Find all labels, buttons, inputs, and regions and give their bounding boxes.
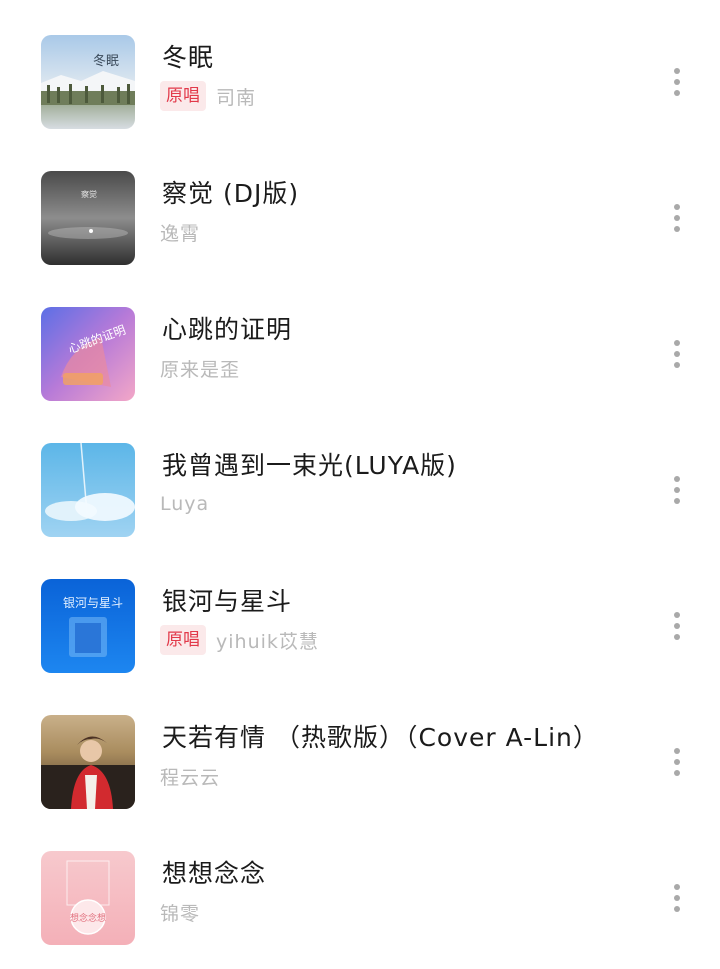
album-cover-art <box>41 715 135 809</box>
dot-icon <box>674 612 680 618</box>
song-meta: 原唱 司南 <box>160 80 256 112</box>
song-meta: 原唱 yihuik苡慧 <box>160 624 319 656</box>
artist-name: 司南 <box>216 86 257 109</box>
song-meta: Luya <box>160 488 209 520</box>
more-options-button[interactable] <box>664 470 690 510</box>
dot-icon <box>674 487 680 493</box>
album-cover[interactable] <box>41 715 135 809</box>
album-cover[interactable]: 冬眠 <box>41 35 135 129</box>
album-cover-art: 心跳的证明 <box>41 307 135 401</box>
more-options-button[interactable] <box>664 878 690 918</box>
dot-icon <box>674 351 680 357</box>
artist-name: 锦零 <box>160 902 201 925</box>
dot-icon <box>674 362 680 368</box>
dot-icon <box>674 68 680 74</box>
song-row[interactable]: 想念念想 想想念念 锦零 <box>0 816 720 952</box>
song-row[interactable]: 冬眠 冬眠 原唱 司南 <box>0 0 720 136</box>
album-cover-art: 察觉 <box>41 171 135 265</box>
song-row[interactable]: 天若有情 （热歌版）（Cover A-Lin） 程云云 <box>0 680 720 816</box>
artist-name: Luya <box>160 493 210 515</box>
artist-name: 程云云 <box>160 766 221 789</box>
album-cover[interactable]: 察觉 <box>41 171 135 265</box>
song-row[interactable]: 银河与星斗 银河与星斗 原唱 yihuik苡慧 <box>0 544 720 680</box>
dot-icon <box>674 623 680 629</box>
song-row[interactable]: 察觉 察觉 (DJ版) 逸霄 <box>0 136 720 272</box>
cover-title-text: 银河与星斗 <box>63 596 123 610</box>
dot-icon <box>674 770 680 776</box>
album-cover[interactable]: 银河与星斗 <box>41 579 135 673</box>
cover-title-text: 想念念想 <box>70 912 106 924</box>
more-options-button[interactable] <box>664 62 690 102</box>
dot-icon <box>674 634 680 640</box>
song-title: 银河与星斗 <box>162 587 293 616</box>
cover-title-text: 察觉 <box>81 189 97 199</box>
album-cover-art: 银河与星斗 <box>41 579 135 673</box>
more-options-button[interactable] <box>664 198 690 238</box>
album-cover[interactable] <box>41 443 135 537</box>
song-meta: 锦零 <box>160 896 200 928</box>
song-row[interactable]: 心跳的证明 心跳的证明 原来是歪 <box>0 272 720 408</box>
album-cover[interactable]: 心跳的证明 <box>41 307 135 401</box>
cover-title-text: 冬眠 <box>93 53 119 69</box>
dot-icon <box>674 204 680 210</box>
dot-icon <box>674 895 680 901</box>
dot-icon <box>674 215 680 221</box>
song-meta: 程云云 <box>160 760 220 792</box>
song-title: 想想念念 <box>162 859 267 888</box>
song-meta: 原来是歪 <box>160 352 240 384</box>
album-cover[interactable]: 想念念想 <box>41 851 135 945</box>
album-cover-art: 冬眠 <box>41 35 135 129</box>
more-options-button[interactable] <box>664 334 690 374</box>
dot-icon <box>674 884 680 890</box>
dot-icon <box>674 90 680 96</box>
song-meta: 逸霄 <box>160 216 200 248</box>
dot-icon <box>674 906 680 912</box>
dot-icon <box>674 226 680 232</box>
song-title: 我曾遇到一束光(LUYA版) <box>162 451 457 480</box>
dot-icon <box>674 340 680 346</box>
song-title: 天若有情 （热歌版）（Cover A-Lin） <box>162 723 599 752</box>
dot-icon <box>674 498 680 504</box>
more-options-button[interactable] <box>664 606 690 646</box>
artist-name: 逸霄 <box>160 222 201 245</box>
song-title: 冬眠 <box>162 43 215 72</box>
song-title: 察觉 (DJ版) <box>162 179 300 208</box>
more-options-button[interactable] <box>664 742 690 782</box>
album-cover-art <box>41 443 135 537</box>
song-row[interactable]: 我曾遇到一束光(LUYA版) Luya <box>0 408 720 544</box>
artist-name: 原来是歪 <box>160 358 241 381</box>
dot-icon <box>674 79 680 85</box>
original-tag: 原唱 <box>160 625 206 655</box>
artist-name: yihuik苡慧 <box>216 630 319 653</box>
dot-icon <box>674 759 680 765</box>
dot-icon <box>674 748 680 754</box>
album-cover-art: 想念念想 <box>41 851 135 945</box>
song-title: 心跳的证明 <box>162 315 293 344</box>
dot-icon <box>674 476 680 482</box>
original-tag: 原唱 <box>160 81 206 111</box>
